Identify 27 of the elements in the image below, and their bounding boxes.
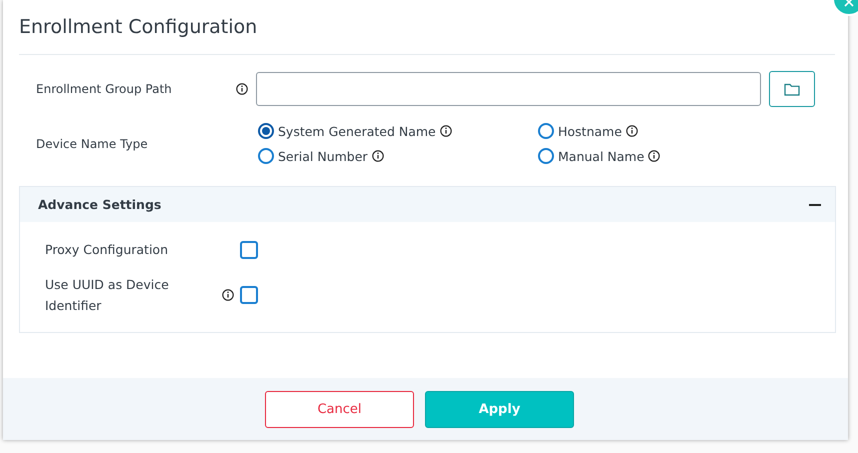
info-icon[interactable] xyxy=(440,125,452,137)
info-icon[interactable] xyxy=(626,125,638,137)
info-icon[interactable] xyxy=(222,289,234,301)
radio-label[interactable]: Hostname xyxy=(558,124,622,138)
path-input-field[interactable] xyxy=(256,72,761,106)
radio-button[interactable] xyxy=(258,148,274,164)
checkbox[interactable] xyxy=(240,240,258,258)
section-title: Advance Settings xyxy=(38,197,162,212)
info-icon[interactable] xyxy=(236,83,248,95)
minus-icon xyxy=(809,204,821,206)
checkbox[interactable] xyxy=(240,286,258,304)
folder-icon xyxy=(784,82,800,96)
setting-label: Proxy Configuration xyxy=(45,241,169,259)
radio-label[interactable]: Manual Name xyxy=(558,148,644,164)
info-icon[interactable] xyxy=(372,150,384,162)
radio-label[interactable]: System Generated Name xyxy=(278,124,436,138)
browse-folder-button[interactable] xyxy=(769,71,815,107)
dialog-title: Enrollment Configuration xyxy=(19,16,258,38)
field-label: Device Name Type xyxy=(35,136,149,150)
radio-button[interactable] xyxy=(538,123,554,139)
field-label: Enrollment Group Path xyxy=(35,82,173,96)
info-icon[interactable] xyxy=(648,150,660,162)
radio-label[interactable]: Serial Number xyxy=(278,148,368,164)
setting-label: Use UUID as Device Identifier xyxy=(45,276,170,315)
radio-button[interactable] xyxy=(538,148,554,164)
radio-button[interactable] xyxy=(258,123,274,139)
cancel-button[interactable]: Cancel xyxy=(265,390,414,428)
